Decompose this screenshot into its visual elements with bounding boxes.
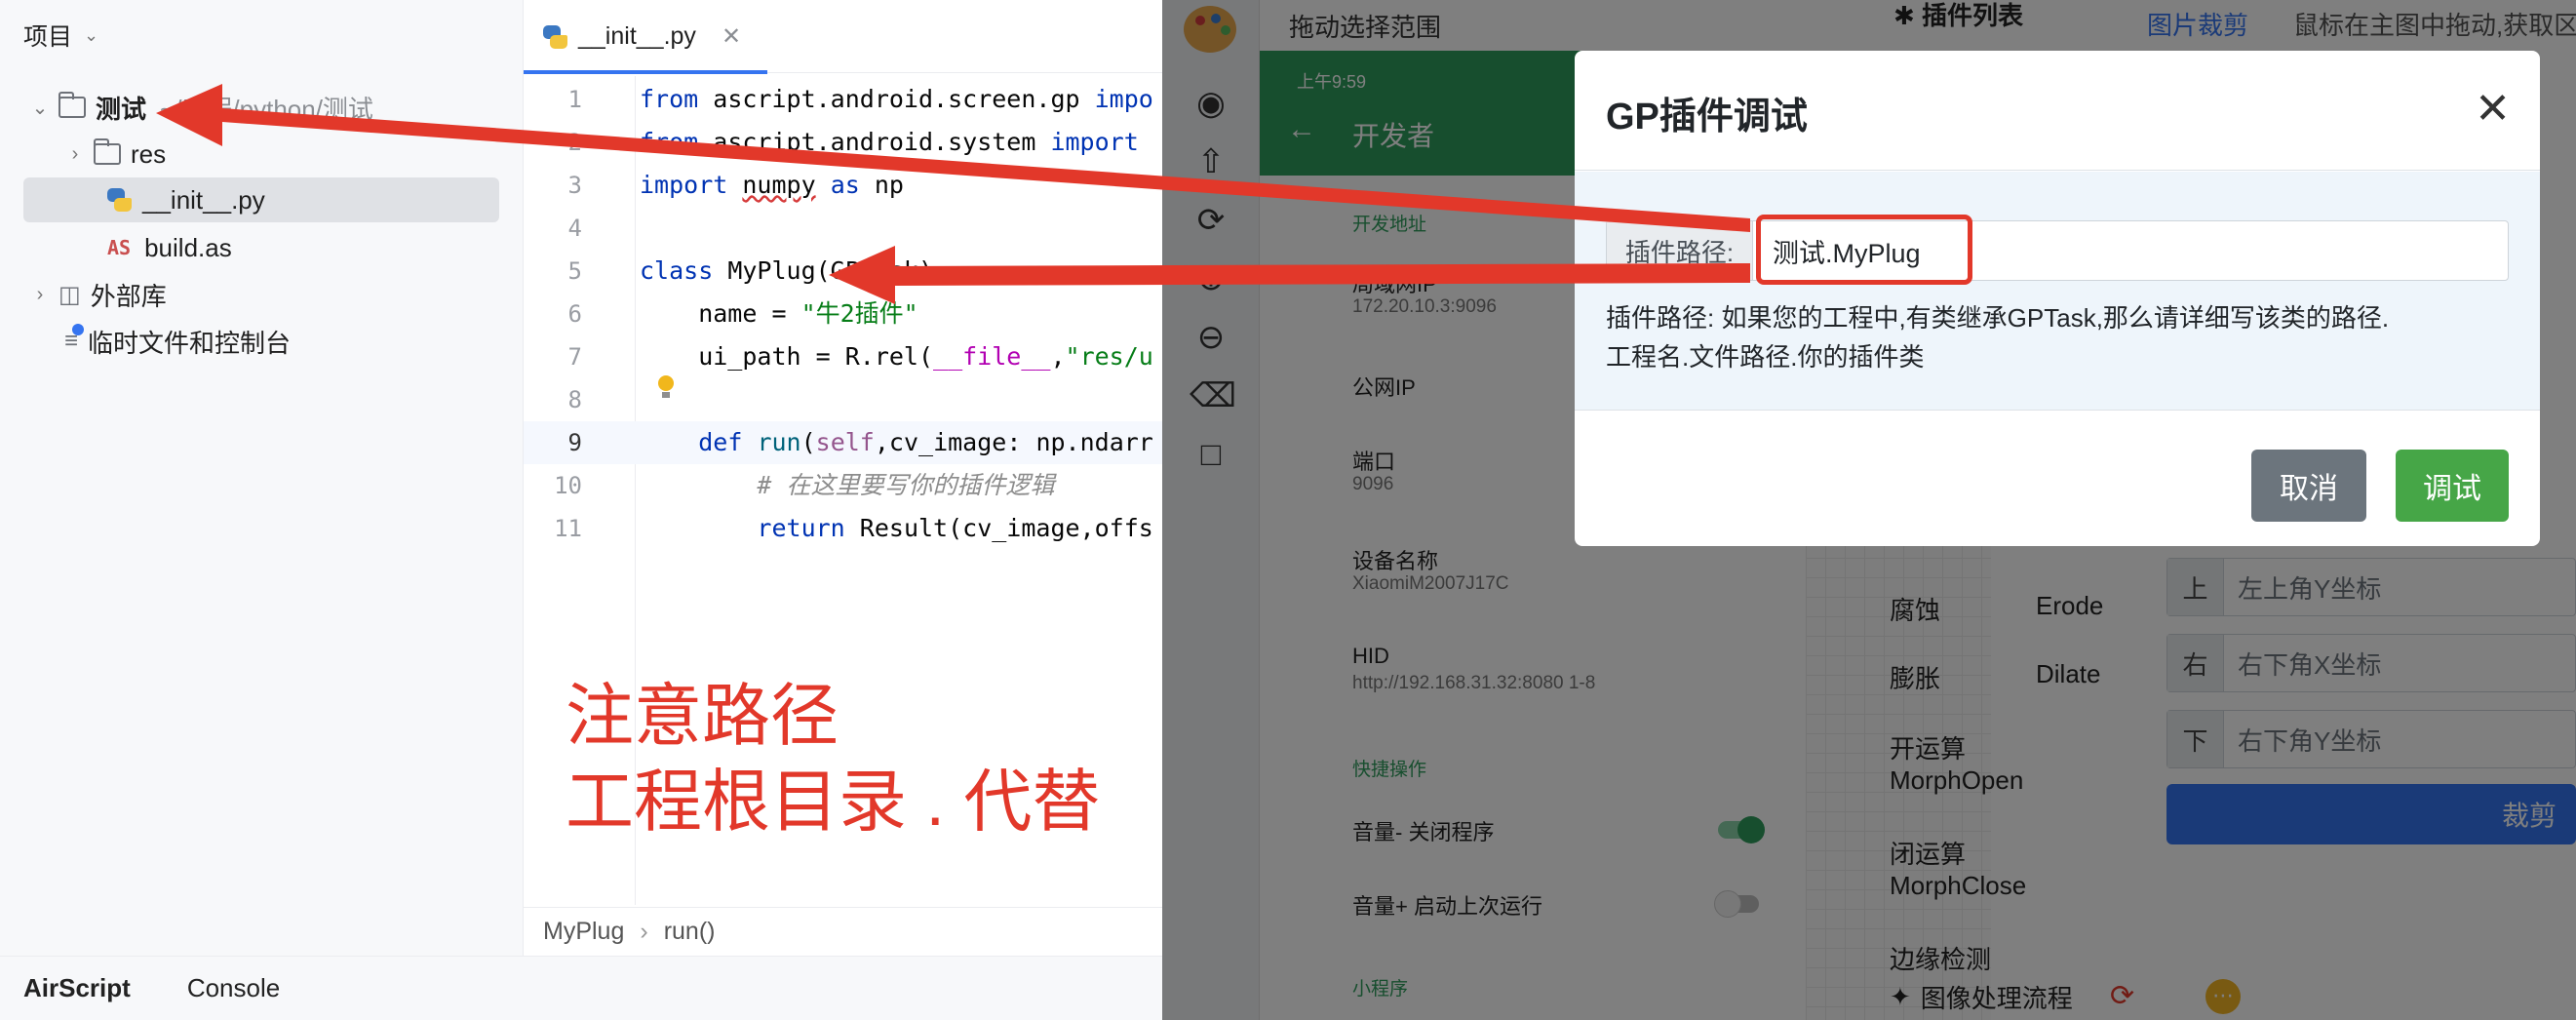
editor-tab-label: __init__.py [578,22,696,50]
chevron-right-icon: › [640,918,648,945]
code-line[interactable]: 11 return Result(cv_image,offs [524,507,1162,550]
modal-header: GP插件调试 ✕ [1575,51,2540,171]
line-number: 6 [567,300,582,328]
folder-icon [94,138,121,165]
tab-console[interactable]: Console [187,973,280,1003]
tab-airscript[interactable]: AirScript [23,973,131,1003]
code-line[interactable]: 1 from ascript.android.screen.gp impo [524,78,1162,121]
debug-button[interactable]: 调试 [2396,450,2509,522]
active-tab-indicator [524,70,767,74]
gp-debug-app: ◉ ⇧ ⟳ ⊕ ⊖ ⌫ □ 拖动选择范围 上午9:59 ← 开发者 开发地址 局… [1162,0,2576,1020]
breadcrumb-class[interactable]: MyPlug [543,918,624,946]
tree-item-external-libraries[interactable]: › ◫ 外部库 [27,272,167,317]
line-number: 2 [567,129,582,156]
tree-item-label: build.as [144,232,232,262]
modal-title: GP插件调试 [1606,97,1808,137]
code-line[interactable]: 6 name = "牛2插件" [524,293,1162,335]
code-line[interactable]: 5 class MyPlug(GPTask): [524,250,1162,293]
cancel-button[interactable]: 取消 [2251,450,2366,522]
annotation-highlight-box [1756,215,1972,285]
code-line[interactable]: 7 ui_path = R.rel(__file__,"res/u [524,335,1162,378]
tree-item-label: __init__.py [142,184,265,215]
tree-item-init-file[interactable]: __init__.py [23,177,499,222]
airscript-file-icon: AS [107,236,132,259]
tree-item-label: res [131,138,167,169]
bottom-tool-bar: AirScript Console [0,956,1162,1020]
tree-item-path-hint: ~/工程/python/测试 [160,94,373,124]
gp-plugin-debug-dialog: GP插件调试 ✕ 插件路径: 插件路径: 如果您的工程中,有类继承GPTask,… [1575,51,2540,546]
code-line[interactable]: 10 # 在这里要写你的插件逻辑 [524,464,1162,507]
code-line[interactable]: 8 [524,378,1162,421]
plugin-path-group: 插件路径: [1606,220,2509,281]
library-icon: ◫ [59,281,81,308]
tree-item-res-folder[interactable]: › res [62,132,166,177]
code-line-current[interactable]: 9 def run(self,cv_image: np.ndarr [524,421,1162,464]
plugin-path-label: 插件路径: [1607,221,1753,280]
code-line[interactable]: 4 [524,207,1162,250]
modal-footer: 取消 调试 [1575,410,2540,546]
line-number: 11 [554,515,582,542]
folder-icon [59,92,86,118]
python-file-icon [541,23,568,51]
chevron-down-icon: ⌄ [84,24,99,45]
line-number: 8 [567,386,582,413]
tree-item-scratches[interactable]: ≡ 临时文件和控制台 [59,319,291,364]
project-header-label: 项目 [23,23,73,51]
chevron-right-icon[interactable]: › [27,284,53,306]
breadcrumb: MyPlug › run() [524,907,1162,956]
python-file-icon [105,186,133,214]
close-icon[interactable]: ✕ [722,22,741,51]
project-view-selector[interactable]: 项目 ⌄ [23,18,98,53]
tree-item-label: 测试 [96,94,147,124]
tree-item-root-folder[interactable]: ⌄ 测试 ~/工程/python/测试 [27,85,373,130]
tree-item-build-file[interactable]: AS build.as [98,225,232,270]
line-number: 9 [567,429,582,456]
breadcrumb-method[interactable]: run() [664,918,716,946]
modal-body: 插件路径: 插件路径: 如果您的工程中,有类继承GPTask,那么请详细写该类的… [1575,172,2540,410]
line-number: 4 [567,215,582,242]
editor-tab-bar: __init__.py ✕ [524,0,1162,74]
line-number: 3 [567,172,582,199]
project-panel: 项目 ⌄ ⌄ 测试 ~/工程/python/测试 › res __init__.… [0,0,524,956]
line-number: 5 [567,257,582,285]
editor-tab-init[interactable]: __init__.py ✕ [541,0,804,73]
scratches-console-icon: ≡ [64,324,85,355]
screen: 项目 ⌄ ⌄ 测试 ~/工程/python/测试 › res __init__.… [0,0,2576,1020]
annotation-text: 注意路径 工程根目录 . 代替 [566,678,1101,840]
close-icon[interactable]: ✕ [2475,84,2511,134]
tree-item-label: 外部库 [90,281,167,311]
line-number: 1 [567,86,582,113]
line-number: 7 [567,343,582,371]
line-number: 10 [554,472,582,499]
plugin-path-help: 插件路径: 如果您的工程中,有类继承GPTask,那么请详细写该类的路径. 工程… [1606,303,2390,372]
code-line[interactable]: 2 from ascript.android.system import [524,121,1162,164]
tree-item-label: 临时文件和控制台 [88,328,292,358]
chevron-right-icon[interactable]: › [62,143,88,166]
code-line[interactable]: 3 import numpy as np [524,164,1162,207]
chevron-down-icon[interactable]: ⌄ [27,96,53,120]
lightbulb-icon[interactable] [655,375,677,401]
